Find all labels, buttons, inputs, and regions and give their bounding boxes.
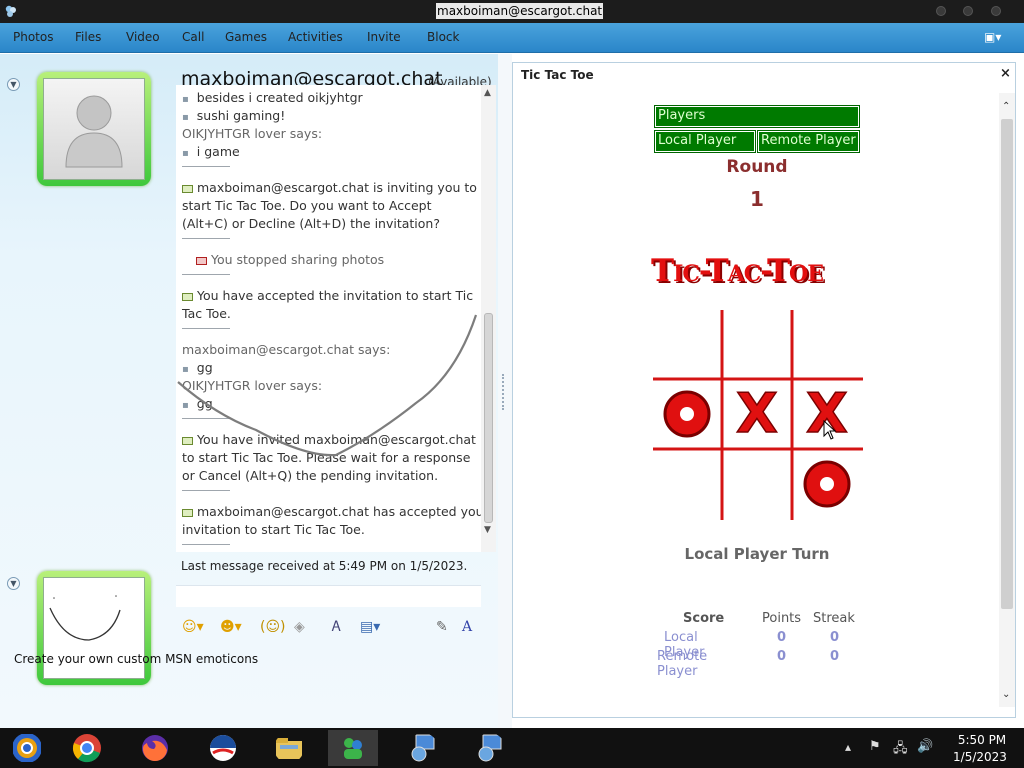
- msn-butterfly-icon: [5, 5, 16, 17]
- chat-history[interactable]: ▪ besides i created oikjyhtgr ▪ sushi gami…: [176, 85, 496, 552]
- activity-scrollbar[interactable]: ⌃ ⌄: [999, 93, 1015, 707]
- taskbar-app-msn-messenger[interactable]: [328, 730, 378, 766]
- chromium-icon: [13, 734, 41, 762]
- clock-time[interactable]: 5:50 PM: [952, 733, 1012, 747]
- voice-clip-icon[interactable]: ◈: [294, 616, 305, 638]
- collapse-contact-picture-button[interactable]: ▼: [7, 78, 20, 91]
- scroll-down-arrow-icon[interactable]: ▼: [484, 525, 491, 535]
- chrome-icon: [72, 734, 101, 763]
- cell-0-1[interactable]: X: [735, 381, 778, 446]
- scroll-thumb[interactable]: [1001, 119, 1013, 609]
- close-window-button[interactable]: [991, 6, 1001, 16]
- cell-0-2[interactable]: X: [805, 381, 848, 446]
- svg-text:X: X: [736, 382, 778, 445]
- ink-stroke-drawing: [177, 314, 478, 457]
- action-center-flag-icon[interactable]: ⚑: [869, 739, 881, 754]
- conversation-menubar: Photos Files Video Call Games Activities…: [0, 23, 1024, 53]
- volume-icon[interactable]: 🔊: [917, 739, 933, 754]
- points-header: Points: [762, 611, 802, 626]
- last-message-status: Last message received at 5:49 PM on 1/5/…: [181, 559, 468, 573]
- maximize-button[interactable]: [963, 6, 973, 16]
- svg-text:X: X: [806, 382, 848, 445]
- players-header: Players: [654, 105, 860, 128]
- local-player-box: Local Player: [654, 130, 756, 153]
- score-row-points: 0: [777, 649, 787, 664]
- activity-title: Tic Tac Toe: [521, 68, 594, 82]
- menu-invite[interactable]: Invite: [367, 30, 401, 44]
- cell-1-2[interactable]: [803, 460, 851, 508]
- score-row-points: 0: [777, 630, 787, 645]
- streak-header: Streak: [813, 611, 855, 626]
- remote-player-box: Remote Player: [757, 130, 860, 153]
- close-activity-button[interactable]: ×: [1000, 66, 1011, 81]
- taskbar-app-network-install[interactable]: [398, 730, 448, 766]
- game-board[interactable]: X X: [651, 308, 865, 522]
- custom-emoticons-link[interactable]: Create your own custom MSN emoticons: [14, 652, 258, 666]
- send-file-icon[interactable]: ▤▾: [360, 616, 380, 638]
- network-install-icon: [478, 734, 502, 762]
- taskbar-app-obama-logo[interactable]: [198, 730, 248, 766]
- taskbar-app-chromium[interactable]: [2, 730, 52, 766]
- my-avatar[interactable]: [37, 571, 151, 685]
- menu-video[interactable]: Video: [126, 30, 160, 44]
- menu-block[interactable]: Block: [427, 30, 459, 44]
- menu-games[interactable]: Games: [225, 30, 267, 44]
- contact-avatar[interactable]: [37, 72, 151, 186]
- network-icon[interactable]: 🖧: [893, 739, 908, 761]
- scroll-thumb[interactable]: [484, 313, 493, 523]
- taskbar-app-file-explorer[interactable]: [264, 730, 314, 766]
- spell-check-icon[interactable]: Ꭺ: [332, 616, 341, 638]
- obama-logo-icon: [210, 735, 236, 761]
- menu-photos[interactable]: Photos: [13, 30, 53, 44]
- pane-splitter[interactable]: [498, 54, 512, 728]
- taskbar-app-chrome[interactable]: [62, 730, 112, 766]
- taskbar-app-firefox[interactable]: [130, 730, 180, 766]
- activity-panel: Tic Tac Toe × Players Local Player Remot…: [512, 62, 1016, 718]
- menu-activities[interactable]: Activities: [288, 30, 343, 44]
- firefox-icon: [142, 735, 168, 762]
- score-row-player: Remote Player: [657, 649, 708, 679]
- message-input[interactable]: [176, 585, 481, 607]
- window-titlebar: maxboiman@escargot.chat: [0, 0, 1024, 23]
- cell-0-0[interactable]: [663, 390, 711, 438]
- score-row-streak: 0: [830, 630, 840, 645]
- window-options-icon[interactable]: ▣▾: [984, 30, 1014, 46]
- cell-1-0[interactable]: [655, 452, 719, 516]
- round-label: Round: [726, 157, 788, 177]
- score-header: Score: [683, 611, 725, 626]
- clock-date[interactable]: 1/5/2023: [946, 750, 1014, 764]
- turn-indicator: Local Player Turn: [684, 545, 830, 563]
- minimize-button[interactable]: [936, 6, 946, 16]
- game-logo: Tic-Tac-Toe: [651, 253, 824, 289]
- handwriting-pen-icon[interactable]: ✎: [436, 616, 448, 638]
- score-row-streak: 0: [830, 649, 840, 664]
- collapse-my-picture-button[interactable]: ▼: [7, 577, 20, 590]
- cell-1-1[interactable]: [725, 452, 789, 516]
- file-explorer-icon: [276, 738, 302, 759]
- show-hidden-icons-icon[interactable]: ▴: [845, 740, 851, 754]
- msn-messenger-icon: [344, 738, 362, 759]
- history-scrollbar[interactable]: ▲ ▼: [481, 85, 496, 552]
- compose-toolbar: ☺▾ ☻▾ (☺) ◈ Ꭺ ▤▾ ✎ A: [176, 613, 481, 641]
- emoticon-icon[interactable]: ☺▾: [182, 616, 204, 638]
- scroll-up-arrow-icon[interactable]: ⌃: [1002, 101, 1010, 112]
- round-number: 1: [750, 187, 764, 211]
- menu-call[interactable]: Call: [182, 30, 204, 44]
- font-icon[interactable]: A: [462, 616, 472, 638]
- menu-files[interactable]: Files: [75, 30, 101, 44]
- wink-icon[interactable]: ☻▾: [220, 616, 242, 638]
- network-install-icon: [411, 734, 435, 762]
- window-title: maxboiman@escargot.chat: [436, 3, 604, 19]
- scroll-down-arrow-icon[interactable]: ⌄: [1002, 689, 1010, 700]
- taskbar-app-network-install-2[interactable]: [465, 730, 515, 766]
- nudge-icon[interactable]: (☺): [260, 616, 286, 638]
- scroll-up-arrow-icon[interactable]: ▲: [484, 88, 491, 98]
- default-user-icon: [65, 95, 123, 168]
